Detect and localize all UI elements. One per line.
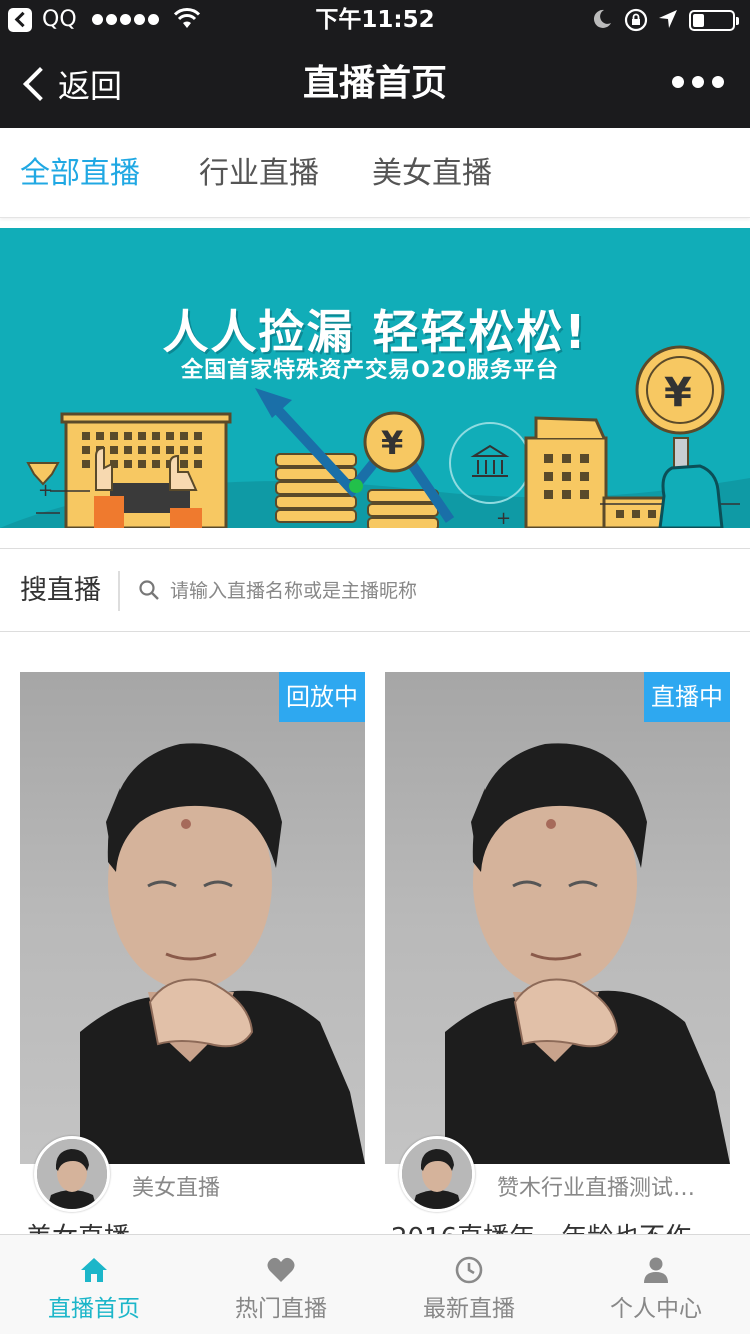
live-card-1[interactable]: 回放中 美女直播 美女直播 [20, 672, 365, 1292]
tab-profile[interactable]: 个人中心 [562, 1235, 750, 1334]
clock-icon [455, 1256, 483, 1284]
screen: QQ 下午11:52 返回 直播首页 全部直播 行业直播 美女直播 + ¥ + … [0, 0, 750, 1334]
location-arrow-icon [659, 10, 677, 28]
tab-label: 直播首页 [48, 1296, 140, 1322]
status-badge: 回放中 [279, 672, 365, 722]
rotation-lock-icon [624, 8, 648, 32]
user-icon [644, 1257, 668, 1283]
channel-name: 美女直播 [132, 1176, 221, 1201]
banner-subline: 全国首家特殊资产交易O2O服务平台 [181, 358, 559, 383]
tab-all-live[interactable]: 全部直播 [20, 154, 140, 194]
live-thumbnail[interactable]: 直播中 [385, 672, 730, 1164]
avatar[interactable] [399, 1136, 475, 1212]
search-divider [118, 571, 120, 611]
coin-symbol: ¥ [381, 424, 403, 462]
more-options-icon[interactable] [672, 76, 724, 88]
page-title: 直播首页 [302, 63, 447, 104]
tab-label: 最新直播 [423, 1296, 515, 1322]
live-card-2[interactable]: 直播中 赞木行业直播测试… 2016直播年，年龄也不作 [385, 672, 730, 1292]
tab-latest[interactable]: 最新直播 [375, 1235, 563, 1334]
tab-label: 热门直播 [235, 1296, 327, 1322]
tab-label: 个人中心 [610, 1296, 702, 1322]
battery-fill [693, 14, 704, 27]
avatar[interactable] [34, 1136, 110, 1212]
search-bar: 搜直播 [0, 548, 750, 632]
svg-text:+: + [496, 508, 511, 528]
live-thumbnail[interactable]: 回放中 [20, 672, 365, 1164]
search-icon [139, 580, 159, 600]
search-label: 搜直播 [20, 575, 101, 606]
promo-banner[interactable]: + ¥ + ¥ 人人捡漏 轻轻松松! 全国首家特殊资产交易O2O服务平台 [0, 228, 750, 528]
tab-home[interactable]: 直播首页 [0, 1235, 188, 1334]
home-icon [81, 1258, 107, 1282]
search-input[interactable] [170, 571, 730, 611]
do-not-disturb-icon [593, 9, 611, 28]
battery-icon [689, 10, 739, 31]
host-portrait [80, 743, 365, 1164]
tab-hot[interactable]: 热门直播 [187, 1235, 375, 1334]
host-portrait [445, 743, 730, 1164]
status-badge: 直播中 [644, 672, 730, 722]
navigation-bar: 返回 直播首页 [0, 40, 750, 128]
bottom-tab-bar: 直播首页 热门直播 最新直播 个人中心 [0, 1234, 750, 1334]
tab-industry-live[interactable]: 行业直播 [199, 154, 319, 194]
tab-beauty-live[interactable]: 美女直播 [372, 154, 492, 194]
status-bar: QQ 下午11:52 [0, 0, 750, 40]
channel-name: 赞木行业直播测试… [497, 1176, 696, 1201]
category-tabs: 全部直播 行业直播 美女直播 [0, 128, 750, 218]
heart-icon [267, 1257, 295, 1282]
